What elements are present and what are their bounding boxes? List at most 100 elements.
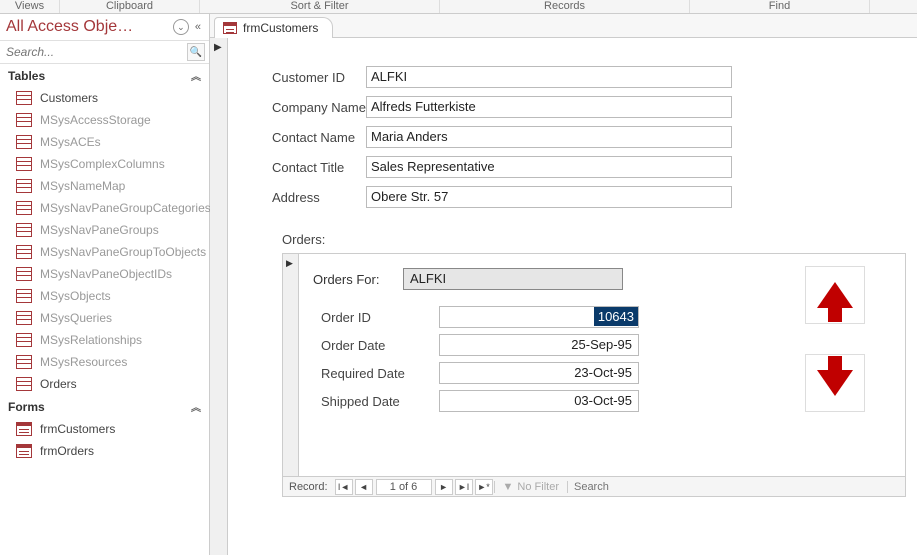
label-customer-id: Customer ID — [236, 70, 366, 85]
nav-section-header-forms[interactable]: Forms ︽ — [0, 395, 209, 418]
recordnav-last-button[interactable]: ►I — [455, 479, 473, 495]
label-orders-for: Orders For: — [313, 272, 403, 287]
ribbon-group-label: Records — [440, 0, 690, 13]
recordnav-filter[interactable]: ▼ No Filter — [494, 481, 567, 493]
form-body: ▶ Customer ID ALFKI Company Name Alfreds… — [210, 38, 917, 555]
nav-item-msysqueries[interactable]: MSysQueries — [0, 307, 209, 329]
tab-frmcustomers[interactable]: frmCustomers — [214, 17, 333, 38]
table-icon — [16, 311, 32, 325]
navigation-pane: All Access Obje… ⌄ « 🔍 Tables︽ Customers M… — [0, 14, 210, 555]
table-icon — [16, 91, 32, 105]
nav-item-msyscomplexcolumns[interactable]: MSysComplexColumns — [0, 153, 209, 175]
input-contact-title[interactable]: Sales Representative — [366, 156, 732, 178]
nav-item-msysresources[interactable]: MSysResources — [0, 351, 209, 373]
label-company-name: Company Name — [236, 100, 366, 115]
nav-section-title: Forms — [8, 400, 45, 414]
nav-item-msysaccessstorage[interactable]: MSysAccessStorage — [0, 109, 209, 131]
nav-item-label: MSysAccessStorage — [40, 113, 151, 127]
nav-item-msysnavpaneobjectids[interactable]: MSysNavPaneObjectIDs — [0, 263, 209, 285]
input-order-date[interactable]: 25-Sep-95 — [439, 334, 639, 356]
recordnav-first-button[interactable]: I◄ — [335, 479, 353, 495]
input-company-name[interactable]: Alfreds Futterkiste — [366, 96, 732, 118]
nav-item-label: MSysQueries — [40, 311, 112, 325]
input-customer-id[interactable]: ALFKI — [366, 66, 732, 88]
filter-icon: ▼ — [503, 481, 514, 493]
nav-item-customers[interactable]: Customers — [0, 87, 209, 109]
nav-item-label: Orders — [40, 377, 77, 391]
input-contact-name[interactable]: Maria Anders — [366, 126, 732, 148]
ribbon-group-labels: ViewsClipboardSort & FilterRecordsFind — [0, 0, 917, 14]
nav-item-label: MSysACEs — [40, 135, 101, 149]
nav-item-label: frmOrders — [40, 444, 94, 458]
input-order-id[interactable]: 10643 — [439, 306, 639, 328]
nav-title[interactable]: All Access Obje… — [6, 18, 173, 36]
nav-search-input[interactable] — [4, 43, 187, 61]
nav-item-label: MSysNavPaneObjectIDs — [40, 267, 172, 281]
table-icon — [16, 267, 32, 281]
table-icon — [16, 355, 32, 369]
input-address[interactable]: Obere Str. 57 — [366, 186, 732, 208]
nav-item-orders[interactable]: Orders — [0, 373, 209, 395]
ribbon-group-label: Sort & Filter — [200, 0, 440, 13]
nav-item-msysnavpanegroups[interactable]: MSysNavPaneGroups — [0, 219, 209, 241]
nav-menu-dropdown-icon[interactable]: ⌄ — [173, 19, 189, 35]
nav-item-label: MSysObjects — [40, 289, 111, 303]
table-icon — [16, 135, 32, 149]
ribbon-group-label: Clipboard — [60, 0, 200, 13]
nav-item-msysnavpanegroupcategories[interactable]: MSysNavPaneGroupCategories — [0, 197, 209, 219]
nav-item-msysobjects[interactable]: MSysObjects — [0, 285, 209, 307]
table-icon — [16, 289, 32, 303]
record-selector[interactable]: ▶ — [210, 38, 228, 555]
input-required-date[interactable]: 23-Oct-95 — [439, 362, 639, 384]
table-icon — [16, 179, 32, 193]
current-record-marker-icon: ▶ — [286, 258, 293, 269]
form-content: Customer ID ALFKI Company Name Alfreds F… — [236, 48, 917, 497]
orders-section-label: Orders: — [282, 232, 917, 247]
input-shipped-date[interactable]: 03-Oct-95 — [439, 390, 639, 412]
label-required-date: Required Date — [313, 366, 439, 381]
table-icon — [16, 201, 32, 215]
recordnav-counter[interactable]: 1 of 6 — [376, 479, 432, 495]
table-icon — [16, 377, 32, 391]
label-address: Address — [236, 190, 366, 205]
form-icon — [16, 444, 32, 458]
recordnav-new-button[interactable]: ►* — [475, 479, 493, 495]
nav-item-label: frmCustomers — [40, 422, 115, 436]
recordnav-search-input[interactable] — [574, 481, 899, 493]
nav-item-label: MSysNavPaneGroups — [40, 223, 159, 237]
nav-item-frmorders[interactable]: frmOrders — [0, 440, 209, 462]
recordnav-search — [567, 481, 905, 493]
nav-item-label: MSysComplexColumns — [40, 157, 165, 171]
recordnav-prev-button[interactable]: ◄ — [355, 479, 373, 495]
ribbon-group-label: Find — [690, 0, 870, 13]
previous-record-button[interactable] — [805, 266, 865, 324]
table-icon — [16, 245, 32, 259]
nav-item-frmcustomers[interactable]: frmCustomers — [0, 418, 209, 440]
label-order-id: Order ID — [313, 310, 439, 325]
nav-item-label: MSysRelationships — [40, 333, 142, 347]
subform-record-selector[interactable]: ▶ — [283, 254, 299, 476]
arrow-up-icon — [817, 282, 853, 308]
form-icon — [223, 22, 237, 34]
collapse-icon: ︽ — [191, 68, 201, 83]
table-icon — [16, 223, 32, 237]
recordnav-next-button[interactable]: ► — [435, 479, 453, 495]
nav-header: All Access Obje… ⌄ « — [0, 14, 209, 41]
collapse-icon: ︽ — [191, 399, 201, 414]
search-icon[interactable]: 🔍 — [187, 43, 205, 61]
next-record-button[interactable] — [805, 354, 865, 412]
nav-item-msysrelationships[interactable]: MSysRelationships — [0, 329, 209, 351]
arrow-down-icon — [817, 370, 853, 396]
nav-item-msysaces[interactable]: MSysACEs — [0, 131, 209, 153]
nav-item-label: MSysNavPaneGroupToObjects — [40, 245, 206, 259]
tab-title: frmCustomers — [243, 21, 318, 35]
nav-item-msysnavpanegrouptoobjects[interactable]: MSysNavPaneGroupToObjects — [0, 241, 209, 263]
nav-collapse-icon[interactable]: « — [193, 21, 203, 33]
nav-item-msysnamemap[interactable]: MSysNameMap — [0, 175, 209, 197]
nav-item-label: MSysNavPaneGroupCategories — [40, 201, 211, 215]
nav-section-header-tables[interactable]: Tables︽ — [0, 64, 209, 87]
nav-search: 🔍 — [0, 41, 209, 64]
label-order-date: Order Date — [313, 338, 439, 353]
input-orders-for[interactable]: ALFKI — [403, 268, 623, 290]
nav-item-label: Customers — [40, 91, 98, 105]
